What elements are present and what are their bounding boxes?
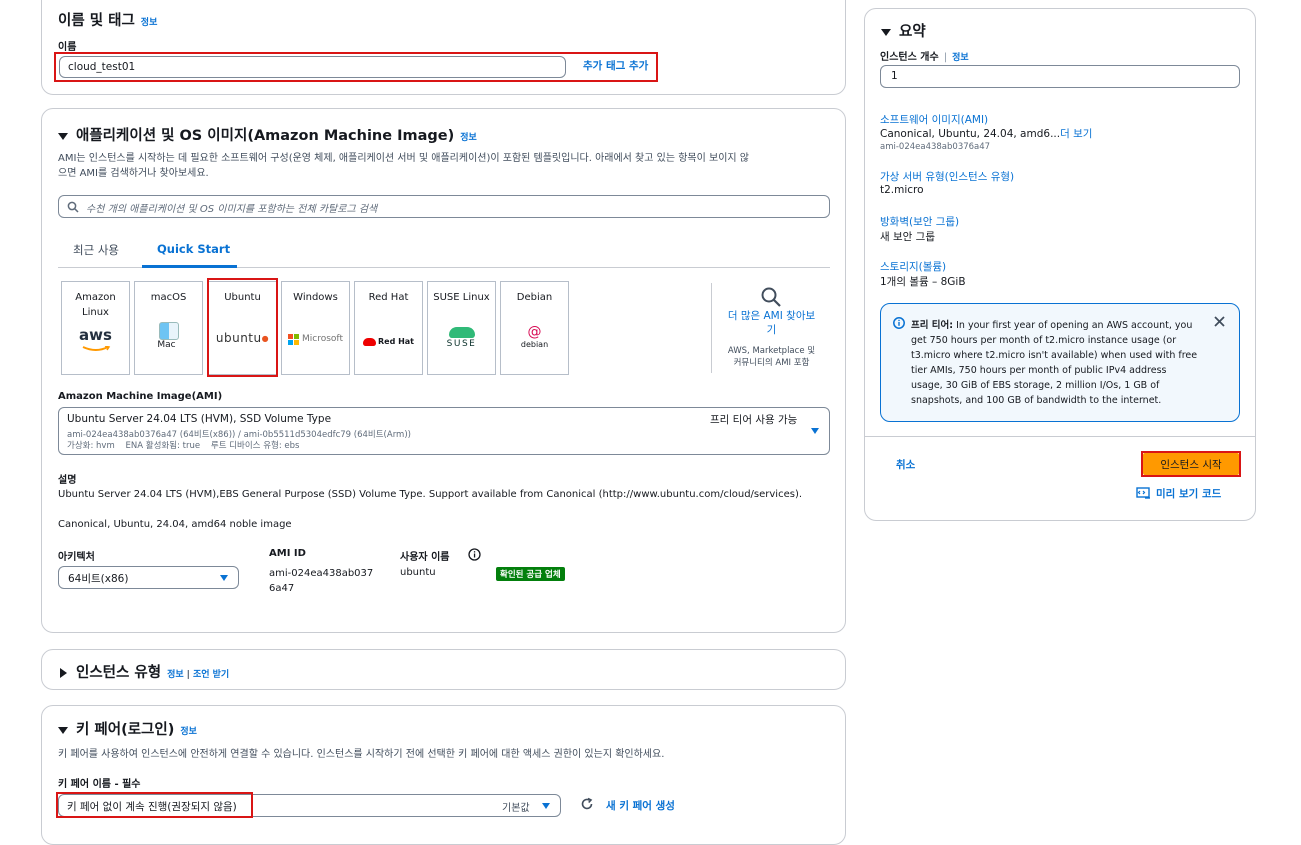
tab-recent[interactable]: 최근 사용 [73,242,119,258]
info-circle-icon [893,317,905,329]
summary-software-link[interactable]: 소프트웨어 이미지(AMI) [880,112,988,127]
instance-type-info-link[interactable]: 정보 [167,670,184,680]
aws-smile-icon [82,345,110,351]
summary-software-id: ami-024ea438ab0376a47 [880,142,991,152]
key-pair-info-link[interactable]: 정보 [180,727,197,737]
free-tier-label: 프리 티어 사용 가능 [710,414,798,426]
dropdown-caret-icon [542,803,550,809]
refresh-icon[interactable] [580,797,594,811]
key-pair-name-label: 키 페어 이름 - 필수 [58,779,141,790]
arch-value: 64비트(x86) [68,573,129,585]
browse-divider [711,283,712,373]
ami-id-value: ami-024ea438ab0376a47 [269,568,374,594]
summary-firewall-value: 새 보안 그룹 [880,231,935,243]
ami-id-label: AMI ID [269,548,306,559]
ami-meta: 가상화: hvm ENA 활성화됨: true 루트 디바이스 유형: ebs [67,441,300,451]
highlight-launch-button [1141,451,1241,477]
tab-active-indicator [142,265,237,268]
collapse-caret-icon [58,726,68,734]
get-advice-link[interactable]: 조언 받기 [193,670,229,680]
search-icon [67,201,79,213]
free-tier-text: 프리 티어: In your first year of opening an … [911,320,1198,406]
expand-caret-icon [60,668,67,678]
summary-server-type-value: t2.micro [880,184,924,196]
arch-select[interactable]: 64비트(x86) [58,566,239,589]
tab-quick-start[interactable]: Quick Start [157,242,230,256]
instance-count-input[interactable]: 1 [880,65,1240,88]
aws-logo-icon: aws [79,326,112,344]
summary-server-type-link[interactable]: 가상 서버 유형(인스턴스 유형) [880,169,1014,184]
os-card-suse[interactable]: SUSE Linux SUSE [427,281,496,375]
dropdown-caret-icon [220,575,228,581]
os-card-debian[interactable]: Debian @ debian [500,281,569,375]
more-link[interactable]: 더 보기 [1060,128,1092,140]
os-card-redhat[interactable]: Red Hat Red Hat [354,281,423,375]
os-card-label: Red Hat [368,292,409,303]
search-icon[interactable] [760,286,782,308]
os-card-macos[interactable]: macOS Mac [134,281,203,375]
ami-select-label: Amazon Machine Image(AMI) [58,391,223,402]
os-card-label: Amazon Linux [75,292,116,318]
username-label: 사용자 이름 [400,552,450,563]
desc-text: Ubuntu Server 24.04 LTS (HVM),EBS Genera… [58,489,803,500]
create-key-pair-link[interactable]: 새 키 페어 생성 [606,798,675,813]
preview-code-link[interactable]: 미리 보기 코드 [1156,486,1221,501]
key-pair-description: 키 페어를 사용하여 인스턴스에 안전하게 연결할 수 있습니다. 인스턴스를 … [58,749,665,760]
collapse-caret-icon [881,28,891,36]
os-card-windows[interactable]: Windows Microsoft [281,281,350,375]
debian-logo-text: debian [520,340,549,349]
collapse-caret-icon [58,132,68,140]
summary-software-value: Canonical, Ubuntu, 24.04, amd6...더 보기 [880,128,1093,140]
default-tag: 기본값 [502,803,530,814]
cancel-button[interactable]: 취소 [896,457,915,472]
ami-name: Ubuntu Server 24.04 LTS (HVM), SSD Volum… [67,413,332,425]
summary-storage-link[interactable]: 스토리지(볼륨) [880,259,946,274]
dropdown-caret-icon [811,428,819,434]
finder-icon [158,322,179,340]
highlight-name-row [54,52,658,82]
ami-select-dropdown[interactable]: Ubuntu Server 24.04 LTS (HVM), SSD Volum… [58,407,830,455]
ami-info-link[interactable]: 정보 [460,133,477,143]
os-card-label: macOS [150,292,187,303]
debian-swirl-icon: @ [527,324,542,340]
summary-storage-value: 1개의 볼륨 – 8GiB [880,276,966,288]
highlight-key-pair [56,792,253,818]
arch-label: 아키텍처 [58,552,95,563]
info-circle-icon[interactable] [468,548,481,561]
ami-search-input[interactable]: 수천 개의 애플리케이션 및 OS 이미지를 포함하는 전체 카탈로그 검색 [58,195,830,218]
close-icon[interactable] [1214,316,1225,327]
ami-search-placeholder: 수천 개의 애플리케이션 및 OS 이미지를 포함하는 전체 카탈로그 검색 [86,204,378,215]
ami-title[interactable]: 애플리케이션 및 OS 이미지(Amazon Machine Image) 정보 [58,124,477,145]
summary-firewall-link[interactable]: 방화벽(보안 그룹) [880,214,959,229]
os-card-amazon-linux[interactable]: Amazon Linux aws [61,281,130,375]
mac-logo-text: Mac [157,340,176,350]
verified-provider-badge: 확인된 공급 업체 [496,567,565,581]
instance-type-title[interactable]: 인스턴스 유형 정보 | 조언 받기 [60,661,229,682]
desc-label: 설명 [58,475,77,486]
microsoft-logo-icon: Microsoft [282,332,349,347]
summary-footer-divider [865,436,1255,437]
name-label: 이름 [58,42,77,53]
ami-description: AMI는 인스턴스를 시작하는 데 필요한 소프트웨어 구성(운영 체제, 애플… [58,153,749,179]
suse-logo-icon [448,327,475,338]
username-value: ubuntu [400,567,436,578]
highlight-ubuntu-card [207,278,278,377]
redhat-logo-icon: Red Hat [355,334,422,349]
os-card-label: Windows [293,292,338,303]
summary-info-link[interactable]: 정보 [952,53,969,63]
browse-more-subtext: AWS, Marketplace 및 커뮤니티의 AMI 포함 [727,346,816,368]
os-card-label: SUSE Linux [433,292,490,303]
summary-title[interactable]: 요약 [881,20,926,41]
suse-logo-text: SUSE [446,339,477,349]
desc-text-2: Canonical, Ubuntu, 24.04, amd64 noble im… [58,519,292,530]
code-preview-icon[interactable] [1136,487,1151,500]
os-card-label: Debian [516,292,553,303]
name-tags-info-link[interactable]: 정보 [141,18,158,28]
browse-more-amis-link[interactable]: 더 많은 AMI 찾아보기 [724,309,819,337]
key-pair-title[interactable]: 키 페어(로그인) 정보 [58,718,197,739]
instance-count-label: 인스턴스 개수 | 정보 [880,52,969,63]
name-tags-title: 이름 및 태그 정보 [58,13,158,29]
